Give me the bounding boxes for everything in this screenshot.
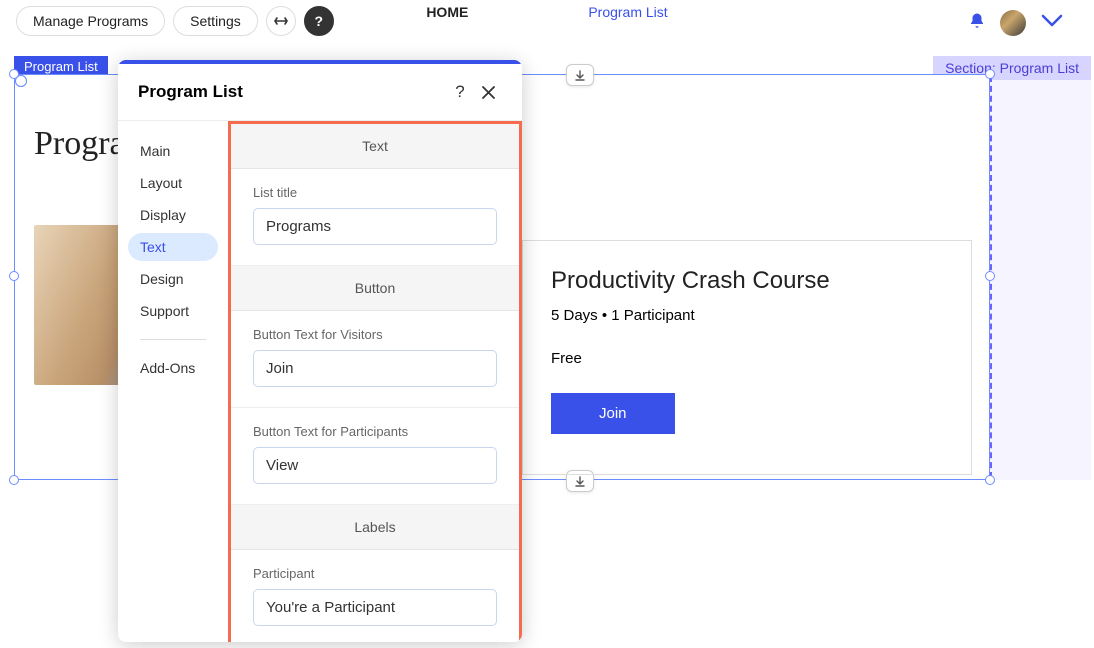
card-price: Free	[551, 350, 943, 367]
btn-participants-label: Button Text for Participants	[253, 424, 497, 439]
sidebar-item-layout[interactable]: Layout	[128, 169, 218, 197]
btn-visitors-label: Button Text for Visitors	[253, 327, 497, 342]
join-button[interactable]: Join	[551, 393, 675, 434]
sidebar-item-addons[interactable]: Add-Ons	[128, 354, 218, 382]
field-btn-visitors: Button Text for Visitors	[231, 311, 519, 408]
nav-tabs: HOME Program List	[426, 4, 667, 20]
list-title-label: List title	[253, 185, 497, 200]
panel-body: Main Layout Display Text Design Support …	[118, 121, 522, 642]
sidebar-item-display[interactable]: Display	[128, 201, 218, 229]
sidebar-item-text[interactable]: Text	[128, 233, 218, 261]
btn-visitors-input[interactable]	[253, 350, 497, 387]
btn-participants-input[interactable]	[253, 447, 497, 484]
expand-icon[interactable]	[266, 6, 296, 36]
top-right-controls	[968, 10, 1064, 36]
resize-handle-tr[interactable]	[985, 69, 995, 79]
resize-handle-br[interactable]	[985, 475, 995, 485]
panel-close-icon[interactable]	[474, 78, 502, 106]
section-heading-labels: Labels	[231, 505, 519, 550]
manage-programs-button[interactable]: Manage Programs	[16, 6, 165, 36]
sidebar-item-main[interactable]: Main	[128, 137, 218, 165]
resize-handle-mr[interactable]	[985, 271, 995, 281]
section-strip	[990, 74, 1091, 480]
program-card: Productivity Crash Course 5 Days • 1 Par…	[522, 240, 972, 475]
field-list-title: List title	[231, 169, 519, 266]
section-heading-button: Button	[231, 266, 519, 311]
panel-help-icon[interactable]: ?	[446, 78, 474, 106]
participant-label: Participant	[253, 566, 497, 581]
sidebar-item-support[interactable]: Support	[128, 297, 218, 325]
sidebar-item-design[interactable]: Design	[128, 265, 218, 293]
account-dropdown-icon[interactable]	[1040, 13, 1064, 34]
section-heading-text: Text	[231, 124, 519, 169]
list-title-input[interactable]	[253, 208, 497, 245]
nav-home[interactable]: HOME	[426, 4, 468, 20]
panel-title: Program List	[138, 82, 446, 102]
field-btn-participants: Button Text for Participants	[231, 408, 519, 505]
page-title: Progra	[34, 125, 125, 163]
settings-panel: Program List ? Main Layout Display Text …	[118, 60, 522, 642]
notifications-icon[interactable]	[968, 12, 986, 35]
panel-content: Text List title Button Button Text for V…	[228, 121, 522, 642]
participant-input[interactable]	[253, 589, 497, 626]
card-title: Productivity Crash Course	[551, 267, 943, 295]
panel-header: Program List ?	[118, 64, 522, 121]
nav-program-list[interactable]: Program List	[588, 4, 667, 20]
avatar[interactable]	[1000, 10, 1026, 36]
resize-handle-tl[interactable]	[9, 69, 19, 79]
resize-handle-ml[interactable]	[9, 271, 19, 281]
sidebar-divider	[140, 339, 206, 340]
resize-handle-bl[interactable]	[9, 475, 19, 485]
card-meta: 5 Days • 1 Participant	[551, 307, 943, 324]
field-participant: Participant	[231, 550, 519, 642]
settings-button[interactable]: Settings	[173, 6, 258, 36]
attach-top-icon[interactable]	[566, 64, 594, 86]
panel-sidebar: Main Layout Display Text Design Support …	[118, 121, 228, 642]
help-icon[interactable]: ?	[304, 6, 334, 36]
